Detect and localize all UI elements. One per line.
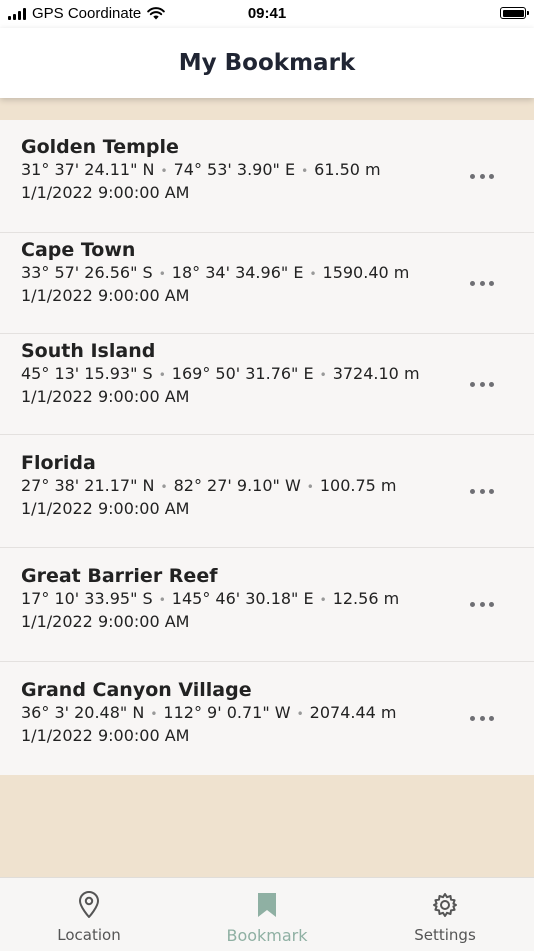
longitude: 145° 46' 30.18" E <box>171 589 314 608</box>
bookmark-coordinates: 36° 3' 20.48" N • 112° 9' 0.71" W • 2074.44 … <box>21 702 464 725</box>
bookmark-coordinates: 27° 38' 21.17" N • 82° 27' 9.10" W • 100.75 … <box>21 475 464 498</box>
separator-dot: • <box>306 480 314 494</box>
tab-label: Location <box>57 926 121 944</box>
latitude: 33° 57' 26.56" S <box>21 263 153 282</box>
bookmark-coordinates: 31° 37' 24.11" N • 74° 53' 3.90" E • 61.50 m <box>21 159 464 182</box>
header: My Bookmark <box>0 28 534 98</box>
bookmark-row[interactable]: Grand Canyon Village 36° 3' 20.48" N • 112… <box>0 662 534 775</box>
bookmark-list: Golden Temple 31° 37' 24.11" N • 74° 53' 3… <box>0 120 534 775</box>
longitude: 169° 50' 31.76" E <box>171 364 314 383</box>
bookmark-date: 1/1/2022 9:00:00 AM <box>21 499 190 518</box>
bookmark-icon <box>252 890 282 920</box>
gear-icon <box>430 890 460 920</box>
altitude: 100.75 m <box>319 476 397 495</box>
more-options-button[interactable] <box>470 598 494 612</box>
bookmark-row[interactable]: Florida 27° 38' 21.17" N • 82° 27' 9.10" W… <box>0 435 534 548</box>
tab-settings[interactable]: Settings <box>356 878 534 951</box>
status-bar: GPS Coordinate 09:41 <box>0 0 534 28</box>
tab-location[interactable]: Location <box>0 878 178 951</box>
bookmark-row[interactable]: Golden Temple 31° 37' 24.11" N • 74° 53' 3… <box>0 120 534 233</box>
altitude: 61.50 m <box>314 160 381 179</box>
latitude: 31° 37' 24.11" N <box>21 160 155 179</box>
bookmark-date: 1/1/2022 9:00:00 AM <box>21 286 190 305</box>
bookmark-name: Florida <box>21 452 96 474</box>
separator-dot: • <box>160 480 168 494</box>
latitude: 45° 13' 15.93" S <box>21 364 153 383</box>
more-options-button[interactable] <box>470 276 494 290</box>
status-time: 09:41 <box>247 5 287 22</box>
bookmark-date: 1/1/2022 9:00:00 AM <box>21 612 190 631</box>
longitude: 112° 9' 0.71" W <box>163 703 291 722</box>
bookmark-name: South Island <box>21 340 156 362</box>
separator-dot: • <box>309 267 317 281</box>
more-options-button[interactable] <box>470 484 494 498</box>
bookmark-coordinates: 33° 57' 26.56" S • 18° 34' 34.96" E • 1590.4… <box>21 262 464 285</box>
bookmark-row[interactable]: Great Barrier Reef 17° 10' 33.95" S • 145°… <box>0 548 534 662</box>
separator-dot: • <box>160 164 168 178</box>
bookmark-name: Grand Canyon Village <box>21 679 252 701</box>
bookmark-name: Cape Town <box>21 239 136 261</box>
separator-dot: • <box>319 593 327 607</box>
latitude: 36° 3' 20.48" N <box>21 703 145 722</box>
longitude: 18° 34' 34.96" E <box>171 263 304 282</box>
latitude: 17° 10' 33.95" S <box>21 589 153 608</box>
battery-icon <box>500 7 529 19</box>
bookmark-coordinates: 17° 10' 33.95" S • 145° 46' 30.18" E • 12.56… <box>21 588 464 611</box>
separator-dot: • <box>296 707 304 721</box>
bookmark-row[interactable]: South Island 45° 13' 15.93" S • 169° 50' 3… <box>0 334 534 435</box>
latitude: 27° 38' 21.17" N <box>21 476 155 495</box>
bookmark-date: 1/1/2022 9:00:00 AM <box>21 726 190 745</box>
tab-bar: Location Bookmark Settings <box>0 877 534 951</box>
tab-bookmark[interactable]: Bookmark <box>178 878 356 951</box>
bookmark-name: Great Barrier Reef <box>21 565 218 587</box>
altitude: 12.56 m <box>332 589 400 608</box>
separator-dot: • <box>158 267 166 281</box>
bookmark-name: Golden Temple <box>21 136 179 158</box>
altitude: 1590.40 m <box>322 263 410 282</box>
page-title: My Bookmark <box>178 50 356 76</box>
separator-dot: • <box>158 593 166 607</box>
longitude: 82° 27' 9.10" W <box>173 476 301 495</box>
separator-dot: • <box>150 707 158 721</box>
map-pin-icon <box>74 890 104 920</box>
more-options-button[interactable] <box>470 377 494 391</box>
bookmark-coordinates: 45° 13' 15.93" S • 169° 50' 31.76" E • 3724.… <box>21 363 464 386</box>
separator-dot: • <box>158 368 166 382</box>
bookmark-row[interactable]: Cape Town 33° 57' 26.56" S • 18° 34' 34.96… <box>0 233 534 334</box>
longitude: 74° 53' 3.90" E <box>173 160 296 179</box>
bookmark-date: 1/1/2022 9:00:00 AM <box>21 183 190 202</box>
more-options-button[interactable] <box>470 712 494 726</box>
tab-label: Settings <box>414 926 476 944</box>
separator-dot: • <box>301 164 309 178</box>
tab-label: Bookmark <box>226 926 308 945</box>
bookmark-date: 1/1/2022 9:00:00 AM <box>21 387 190 406</box>
more-options-button[interactable] <box>470 169 494 183</box>
separator-dot: • <box>319 368 327 382</box>
altitude: 2074.44 m <box>309 703 397 722</box>
altitude: 3724.10 m <box>332 364 420 383</box>
